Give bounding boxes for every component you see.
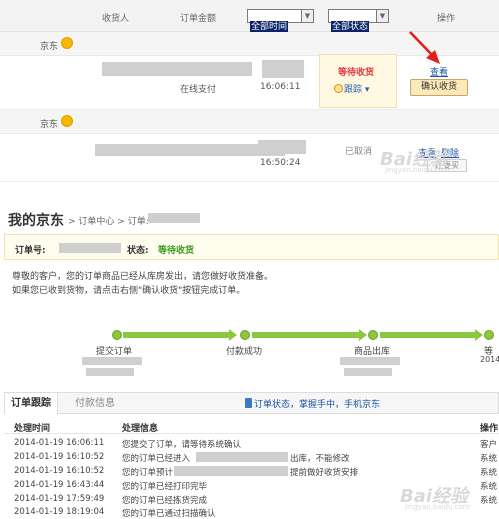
breadcrumb: > 订单中心 > 订单: — [68, 217, 149, 227]
tab-order-tracking[interactable]: 订单跟踪 — [5, 393, 58, 415]
notice-line: 如果您已收到货物，请点击右侧"确认收货"按钮完成订单。 — [12, 286, 246, 296]
col-op: 操作 — [480, 424, 499, 434]
step-date: 2014 — [480, 355, 499, 364]
status-box: 等待收货 跟踪 ▾ — [319, 54, 397, 108]
progress-arrow — [475, 329, 483, 341]
order-status: 等待收货 — [338, 68, 375, 78]
progress-bar — [380, 332, 475, 338]
table-row: 2014-01-19 16:10:52 您的订单已经进入 出库，不能修改 系统 — [4, 451, 499, 464]
notice-line: 尊敬的客户，您的订单商品已经从库房发出，请您做好收货准备。 — [12, 272, 274, 282]
row-op: 系统 — [480, 454, 498, 464]
detail-tabs: 订单跟踪 付款信息 订单状态，掌握手中，手机京东 — [4, 392, 499, 415]
chevron-down-icon: ▼ — [376, 10, 388, 22]
order-status: 已取消 — [345, 147, 373, 157]
row-info: 提前做好收货安排 — [290, 468, 359, 478]
time-filter-select[interactable]: 全部时间 ▼ — [247, 9, 314, 33]
row-info: 出库，不能修改 — [290, 454, 350, 464]
step-label: 商品出库 — [354, 347, 391, 357]
row-time: 2014-01-19 16:10:52 — [14, 466, 105, 476]
row-info: 您的订单已经打印完毕 — [122, 482, 208, 492]
col-recipient: 收货人 — [102, 14, 130, 24]
redacted-date — [82, 357, 142, 365]
col-time: 处理时间 — [14, 424, 51, 434]
col-action: 操作 — [437, 14, 456, 24]
row-time: 2014-01-19 16:10:52 — [14, 452, 105, 462]
redacted-order-no — [148, 213, 200, 223]
step-label: 付款成功 — [226, 347, 263, 357]
status-value: 等待收货 — [158, 246, 195, 256]
orders-table-header: 收货人 订单金额 全部时间 ▼ 全部状态 ▼ 操作 — [0, 0, 499, 33]
annotation-arrow-icon — [409, 31, 440, 64]
row-info: 您的订单已经拣货完成 — [122, 496, 208, 506]
redacted-product — [95, 144, 285, 156]
order-info-bar: 订单号: 状态: 等待收货 — [4, 234, 499, 260]
store-badge-icon — [61, 115, 73, 127]
order-time: 16:06:11 — [260, 82, 301, 92]
phone-icon — [245, 398, 252, 408]
row-time: 2014-01-19 18:19:04 — [14, 507, 105, 517]
redacted-amount — [258, 140, 306, 154]
table-row: 2014-01-19 16:06:11 您提交了订单，请等待系统确认 客户 — [4, 437, 499, 450]
table-row: 2014-01-19 16:10:52 您的订单预计 提前做好收货安排 系统 — [4, 465, 499, 478]
log-table-header: 处理时间 处理信息 操作 — [4, 418, 499, 434]
redacted-text — [174, 466, 288, 476]
row-time: 2014-01-19 16:43:44 — [14, 480, 105, 490]
page-title: 我的京东 — [8, 213, 64, 229]
row-op: 客户 — [480, 440, 498, 450]
order-progress: 提交订单 付款成功 商品出库 等 2014 — [0, 325, 499, 385]
row-info: 您提交了订单，请等待系统确认 — [122, 440, 242, 450]
status-filter-select[interactable]: 全部状态 ▼ — [328, 9, 389, 33]
tab-payment-info[interactable]: 付款信息 — [69, 393, 121, 414]
status-label: 状态: — [127, 246, 149, 256]
store-name: 京东 — [40, 120, 59, 130]
row-info: 您的订单预计 — [122, 468, 174, 478]
progress-dot — [484, 330, 494, 340]
redacted-product — [102, 62, 252, 76]
breadcrumb-order-center[interactable]: 订单中心 — [78, 217, 114, 227]
row-time: 2014-01-19 16:06:11 — [14, 438, 105, 448]
progress-dot — [112, 330, 122, 340]
breadcrumb-order: 订单: — [127, 217, 149, 227]
clock-icon — [334, 84, 343, 93]
order-no-label: 订单号: — [15, 246, 46, 256]
chevron-down-icon: ▼ — [301, 10, 313, 22]
redacted-amount — [262, 60, 304, 78]
redacted-date — [340, 357, 400, 365]
row-op: 系统 — [480, 468, 498, 478]
redacted-date — [86, 368, 134, 376]
track-link[interactable]: 跟踪 ▾ — [334, 82, 369, 95]
row-info: 您的订单已经进入 — [122, 454, 191, 464]
row-info: 您的订单已通过扫描确认 — [122, 509, 216, 519]
progress-bar — [123, 332, 229, 338]
progress-dot — [240, 330, 250, 340]
watermark-sub: jingyan.baidu.com — [385, 166, 450, 174]
redacted-date — [344, 368, 392, 376]
col-info: 处理信息 — [122, 424, 159, 434]
progress-bar — [252, 332, 359, 338]
watermark-sub: jingyan.baidu.com — [405, 503, 470, 511]
store-bar: 京东 — [0, 110, 499, 134]
notice-text: 尊敬的客户，您的订单商品已经从库房发出，请您做好收货准备。 如果您已收到货物，请… — [12, 270, 492, 298]
confirm-receipt-button[interactable]: 确认收货 — [410, 79, 468, 96]
progress-arrow — [229, 329, 237, 341]
store-badge-icon — [61, 37, 73, 49]
row-op: 系统 — [480, 482, 498, 492]
col-amount: 订单金额 — [180, 14, 217, 24]
mobile-promo-link[interactable]: 订单状态，掌握手中，手机京东 — [245, 397, 380, 410]
payment-method: 在线支付 — [180, 85, 217, 95]
row-op: 系统 — [480, 496, 498, 506]
step-label: 提交订单 — [96, 347, 133, 357]
store-name: 京东 — [40, 42, 59, 52]
redacted-text — [196, 452, 288, 462]
order-time: 16:50:24 — [260, 158, 301, 168]
progress-arrow — [359, 329, 367, 341]
progress-dot — [368, 330, 378, 340]
row-time: 2014-01-19 17:59:49 — [14, 494, 105, 504]
redacted-order-no — [59, 243, 121, 253]
